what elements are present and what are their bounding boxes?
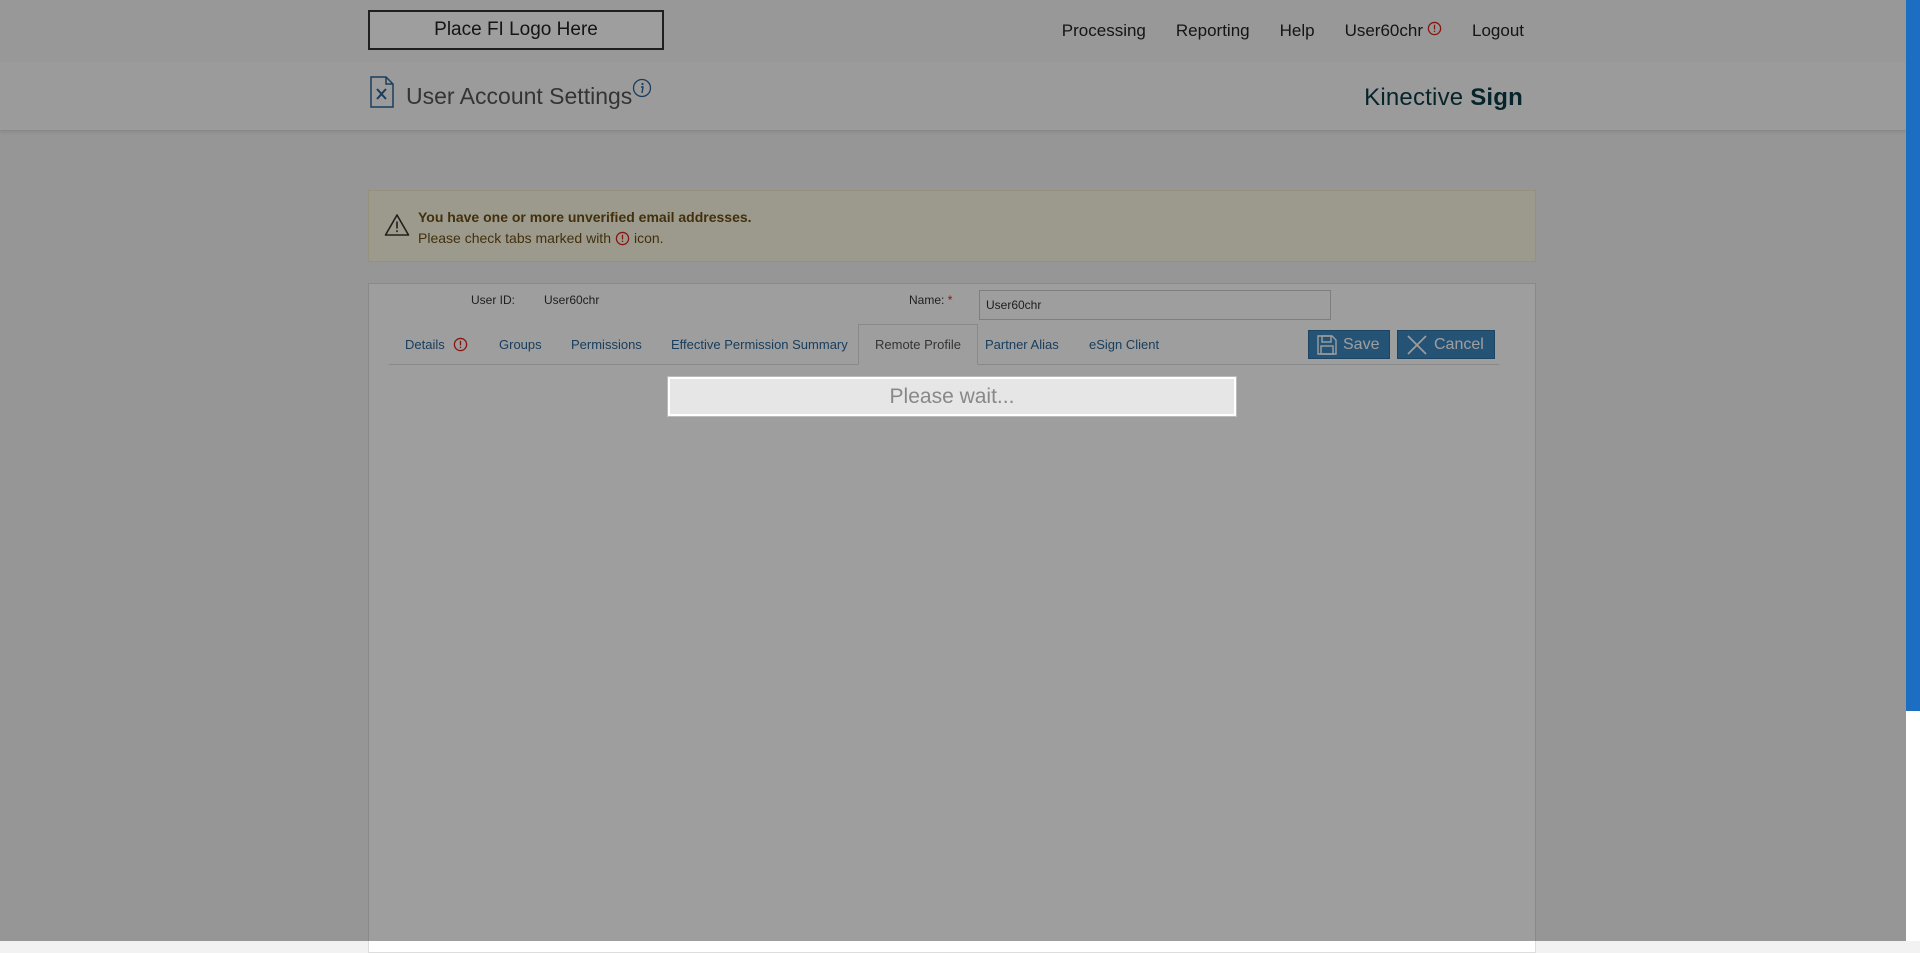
scrollbar-thumb[interactable] (1906, 0, 1920, 711)
please-wait-dialog: Please wait... (667, 376, 1237, 417)
please-wait-text: Please wait... (889, 384, 1015, 408)
loading-overlay (0, 0, 1906, 941)
